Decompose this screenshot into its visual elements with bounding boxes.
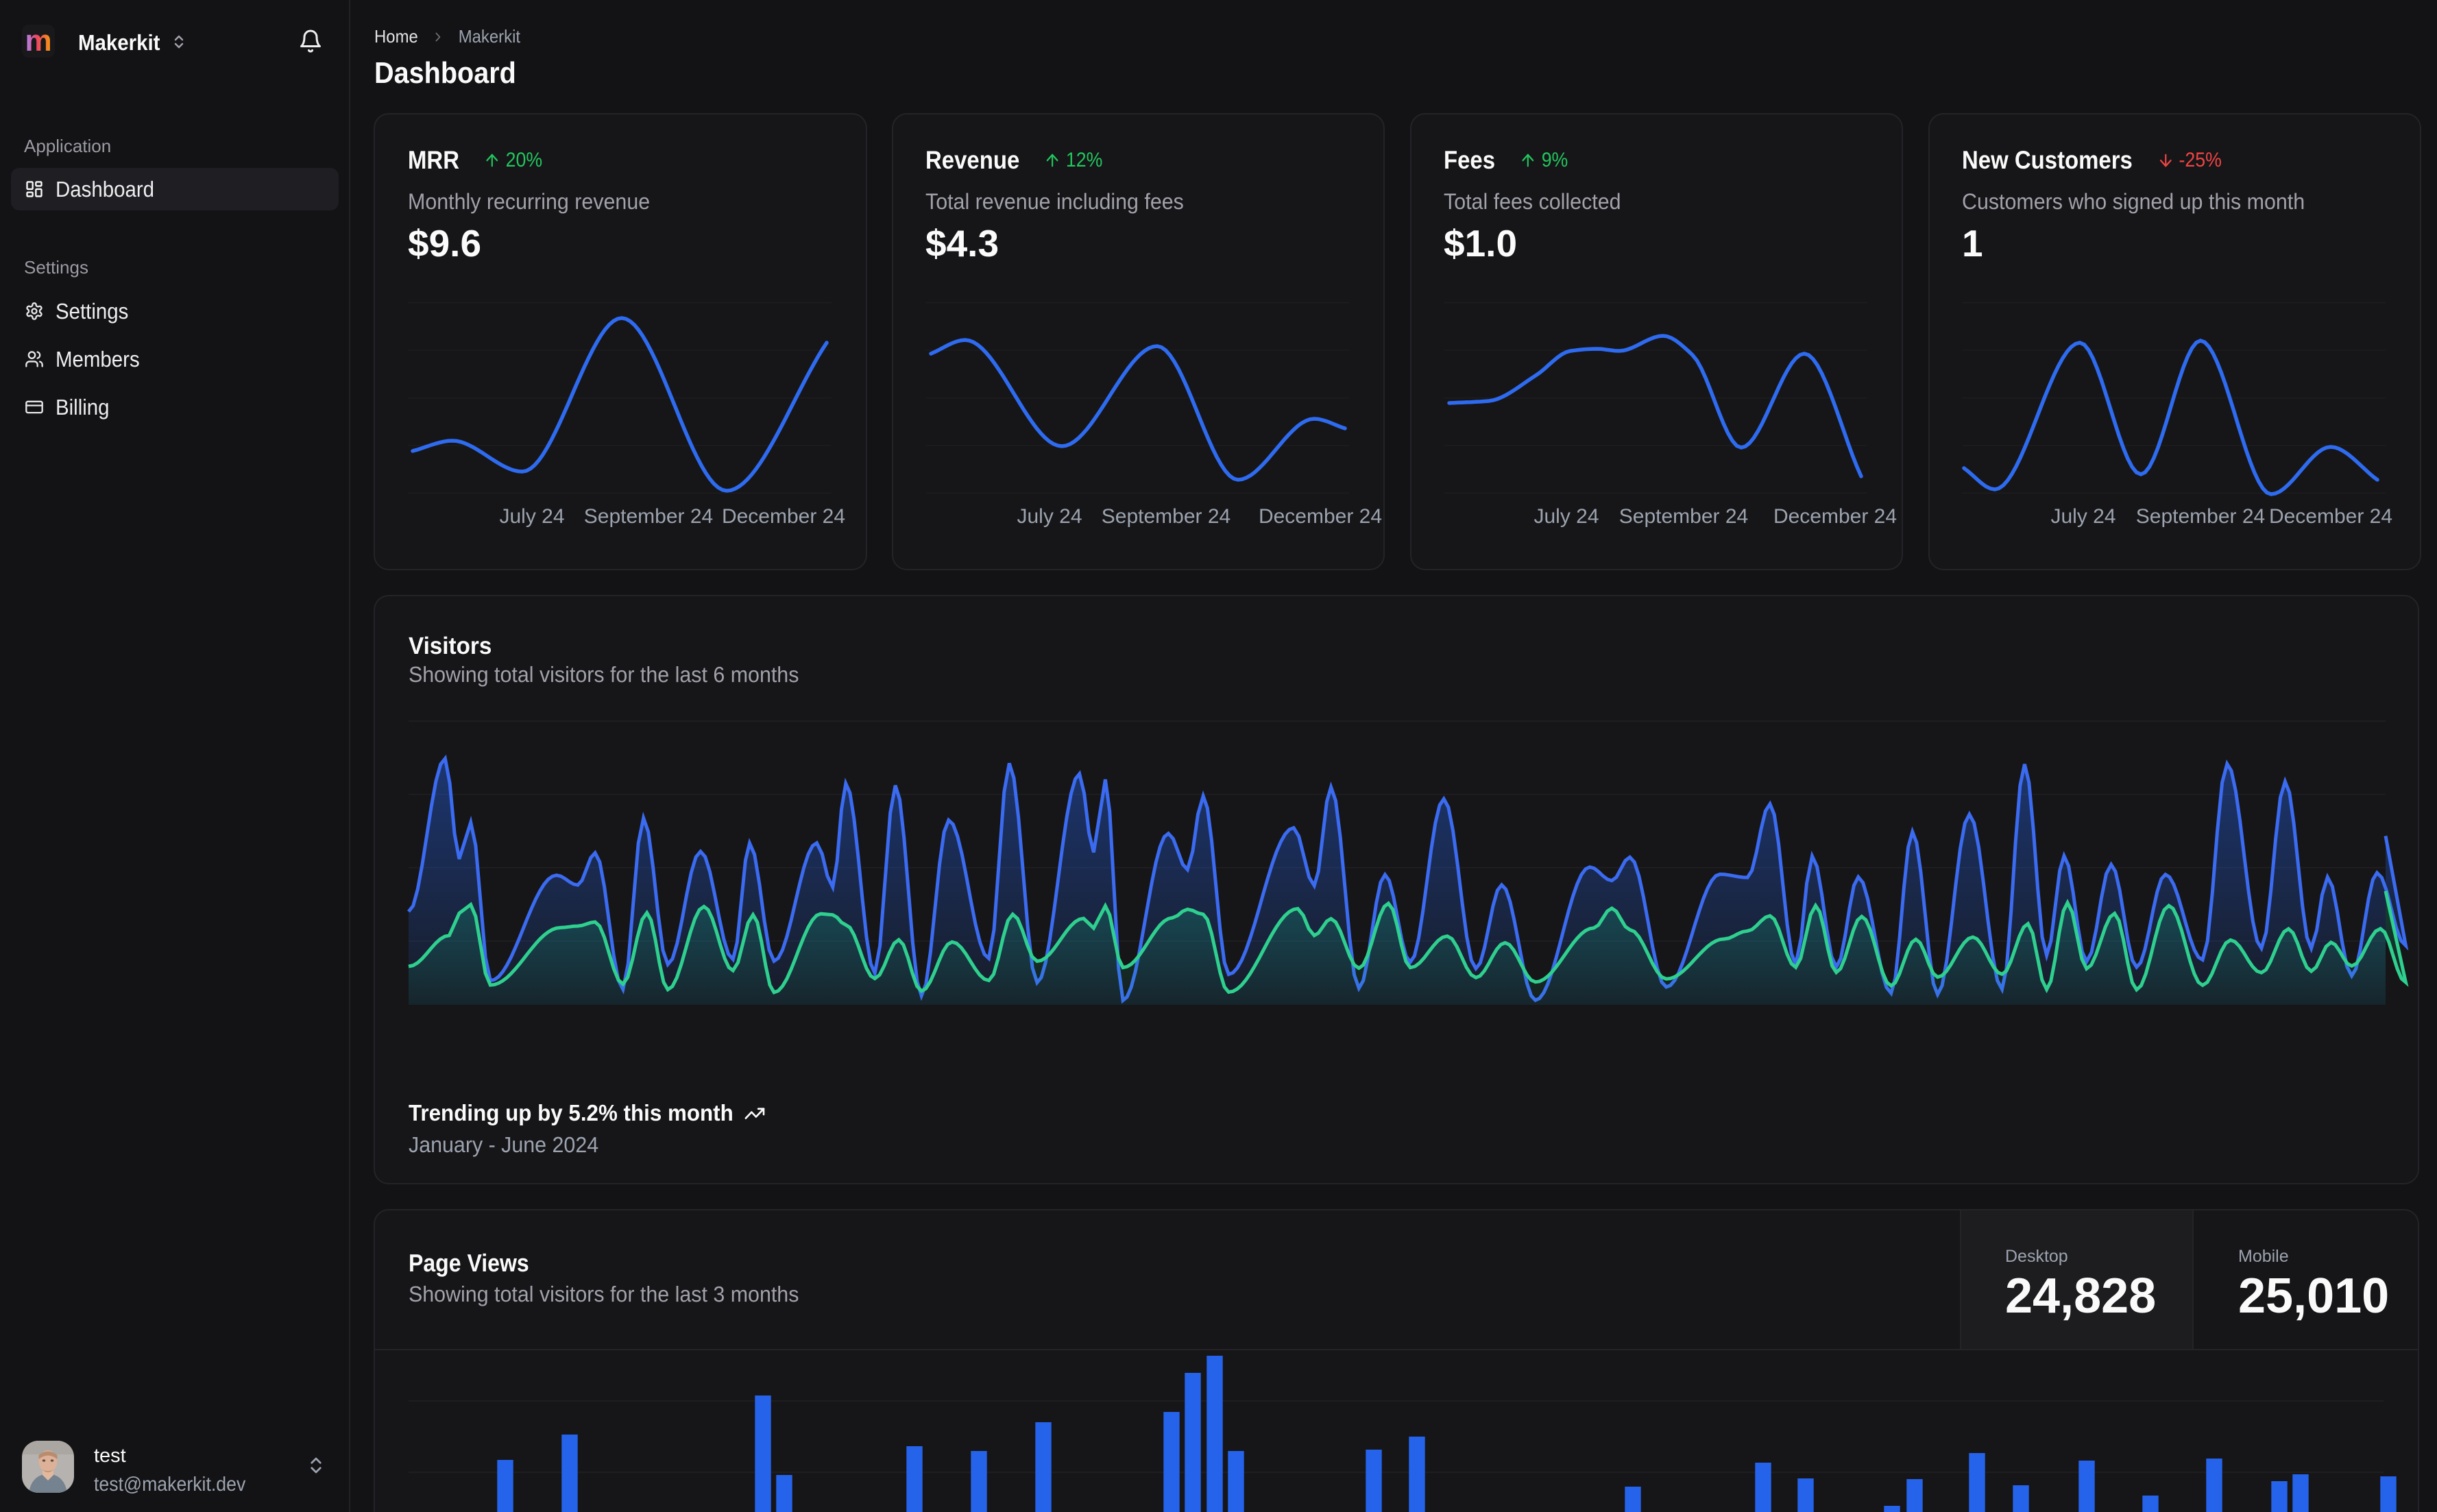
svg-text:m: m <box>25 25 51 58</box>
